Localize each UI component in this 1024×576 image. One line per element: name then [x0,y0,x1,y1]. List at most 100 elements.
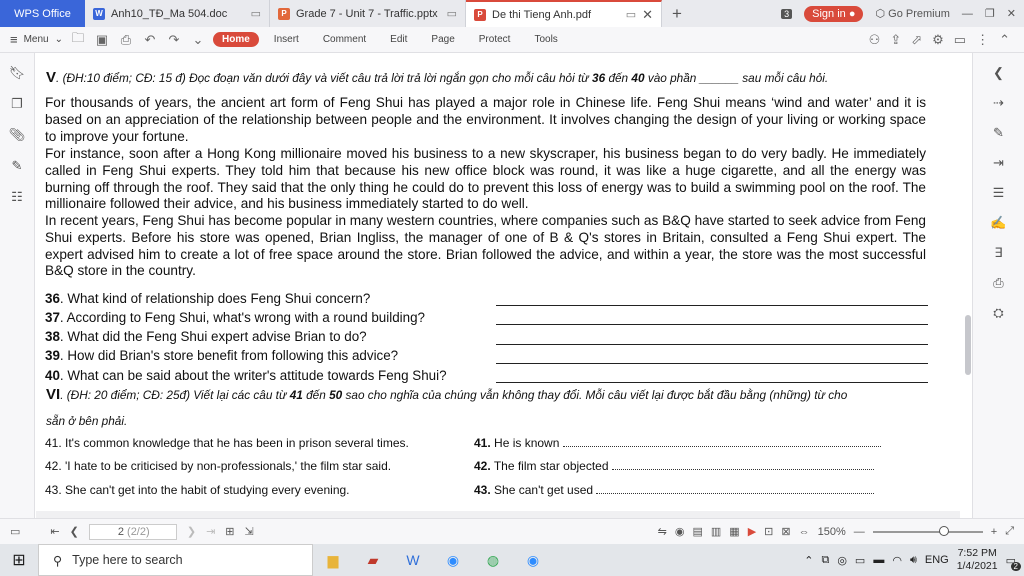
export-page-icon[interactable]: ⇲ [245,525,254,538]
play-icon[interactable]: ▶ [748,525,756,538]
battery-icon[interactable]: ▭ [855,554,865,567]
wifi-icon[interactable]: ◠ [892,554,902,567]
go-premium-button[interactable]: ⬡ Go Premium [875,7,949,20]
tab-insert[interactable]: Insert [265,32,308,47]
question-number: 40 [45,368,60,383]
hamburger-menu-icon[interactable]: ≡ [10,32,18,47]
zoom-meeting-icon[interactable]: ◉ [513,552,553,569]
tab-edit[interactable]: Edit [381,32,416,47]
form-icon[interactable]: ☰ [993,185,1005,201]
tray-app-icon-2[interactable]: ◎ [837,554,847,567]
signature-icon[interactable]: ✎ [12,158,23,174]
taskbar-search-box[interactable]: ⚲ Type here to search [38,544,313,576]
actual-size-icon[interactable]: ⊡ [764,525,773,538]
windows-start-icon[interactable]: ⊞ [0,550,38,570]
stamp-icon[interactable]: ⛭ [993,305,1003,321]
settings-icon[interactable]: ⚙ [932,32,944,48]
redo-icon[interactable]: ↷ [165,32,183,48]
horizontal-scrollbar[interactable] [36,511,960,518]
annotation-icon[interactable]: ☷ [11,189,23,205]
save-icon[interactable]: ▣ [93,32,111,48]
notification-icon[interactable]: ▭ 2 [1006,554,1021,571]
display-icon[interactable]: ▬ [873,554,884,566]
zoom-out-icon[interactable]: — [854,526,865,538]
pdf-convert-icon[interactable]: ⇢ [993,95,1004,111]
chrome-icon[interactable]: ◍ [473,552,513,569]
collapse-ribbon-icon[interactable]: ⌃ [999,32,1010,48]
print-icon[interactable]: ⎙ [117,32,135,48]
thumbnails-icon[interactable]: ❐ [11,96,23,112]
fit-page-icon[interactable]: ⊠ [781,525,790,538]
single-page-icon[interactable]: ▤ [692,525,702,538]
attachment-icon[interactable]: 📎︎ [9,127,26,143]
chevron-down-icon[interactable]: ⌄ [55,34,63,45]
wps-writer-taskbar-icon[interactable]: W [393,552,433,568]
collaborate-icon[interactable]: ⚇ [869,32,881,48]
customize-icon[interactable]: ⌄ [189,32,207,48]
clock[interactable]: 7:52 PM 1/4/2021 [957,547,998,573]
page-number: 2 [117,525,124,538]
show-hidden-icons[interactable]: ⌃ [804,554,813,567]
zoom-slider[interactable] [872,525,983,536]
tab-home[interactable]: Home [213,32,259,47]
bookmark-icon[interactable]: 🔖︎ [9,65,26,81]
wps-office-tab[interactable]: WPS Office [0,0,85,27]
next-page-icon[interactable]: ❯ [187,525,196,538]
zoom-slider-knob[interactable] [938,525,949,536]
close-window-icon[interactable]: ✕ [1007,7,1016,20]
zoom-app-icon[interactable]: ◉ [433,552,473,569]
section-instruction-tail: vào phần ______ sau mỗi câu hỏi. [647,71,829,85]
sign-in-button[interactable]: Sign in ● [804,5,864,22]
open-folder-icon[interactable]: 🗀 [69,29,87,51]
export-pdf-icon[interactable]: ⇥ [993,155,1004,171]
add-page-icon[interactable]: ⊞ [225,525,234,538]
comment-icon[interactable]: ▭ [954,32,966,48]
tab-protect[interactable]: Protect [470,32,520,47]
sign-icon[interactable]: ✍ [990,215,1006,231]
undo-icon[interactable]: ↶ [141,32,159,48]
zoom-in-icon[interactable]: + [991,526,997,538]
volume-icon[interactable]: 🔊︎ [910,554,917,567]
page-number-input[interactable]: 2 (2/2) [88,523,177,540]
tab-doc-word[interactable]: W Anh10_TĐ_Ma 504.doc ▭ [85,0,270,27]
prev-page-icon[interactable]: ❮ [70,525,79,538]
language-indicator[interactable]: ENG [925,554,949,566]
tab-comment[interactable]: Comment [314,32,375,47]
continuous-icon[interactable]: ▦ [729,525,739,538]
tray-app-icon[interactable]: ⧉ [821,554,829,567]
zoom-level[interactable]: 150% [818,526,846,538]
export-icon[interactable]: ⬀ [911,32,922,48]
first-page-icon[interactable]: ⇤ [50,525,59,538]
tab-tools[interactable]: Tools [525,32,566,47]
compare-icon[interactable]: ∃ [994,245,1002,261]
fit-width-icon[interactable]: ⇔ [799,526,810,538]
system-tray: ⌃ ⧉ ◎ ▭ ▬ ◠ 🔊︎ ENG 7:52 PM 1/4/2021 ▭ 2 [804,547,1024,573]
tab-doc-pptx[interactable]: P Grade 7 - Unit 7 - Traffic.pptx ▭ [270,0,466,27]
menu-button[interactable]: Menu [24,34,49,45]
page-view-icon[interactable]: ▭ [10,525,20,538]
wps-pdf-taskbar-icon[interactable]: ▰ [353,552,393,569]
close-tab-icon[interactable]: ✕ [642,7,653,23]
file-explorer-icon[interactable]: ▆ [313,552,353,569]
vertical-scrollbar-thumb[interactable] [965,315,971,375]
print-side-icon[interactable]: ⎙ [993,275,1003,291]
collapse-panel-icon[interactable]: ❮ [993,65,1004,81]
eye-protection-icon[interactable]: ◉ [675,525,685,538]
tab-count-badge[interactable]: 3 [781,8,793,19]
fullscreen-icon[interactable]: ⤢ [1005,525,1014,538]
edit-pdf-icon[interactable]: ✎ [993,125,1004,141]
last-page-icon[interactable]: ⇥ [206,525,215,538]
passage-paragraph-3: In recent years, Feng Shui has become po… [45,213,926,279]
share-icon[interactable]: ⇪ [890,32,901,48]
tab-pin-icon[interactable]: ▭ [251,7,261,20]
minimize-window-icon[interactable]: — [962,8,973,20]
double-page-icon[interactable]: ▥ [711,525,721,538]
tab-pin-icon[interactable]: ▭ [447,7,457,20]
tab-page[interactable]: Page [422,32,463,47]
more-options-icon[interactable]: ⋮ [976,32,989,48]
new-tab-icon[interactable]: + [662,0,692,27]
tab-doc-pdf[interactable]: P De thi Tieng Anh.pdf ▭ ✕ [466,0,662,27]
read-mode-icon[interactable]: ⇋ [658,525,667,538]
tab-pin-icon[interactable]: ▭ [626,8,636,21]
restore-window-icon[interactable]: ❐ [985,7,995,20]
